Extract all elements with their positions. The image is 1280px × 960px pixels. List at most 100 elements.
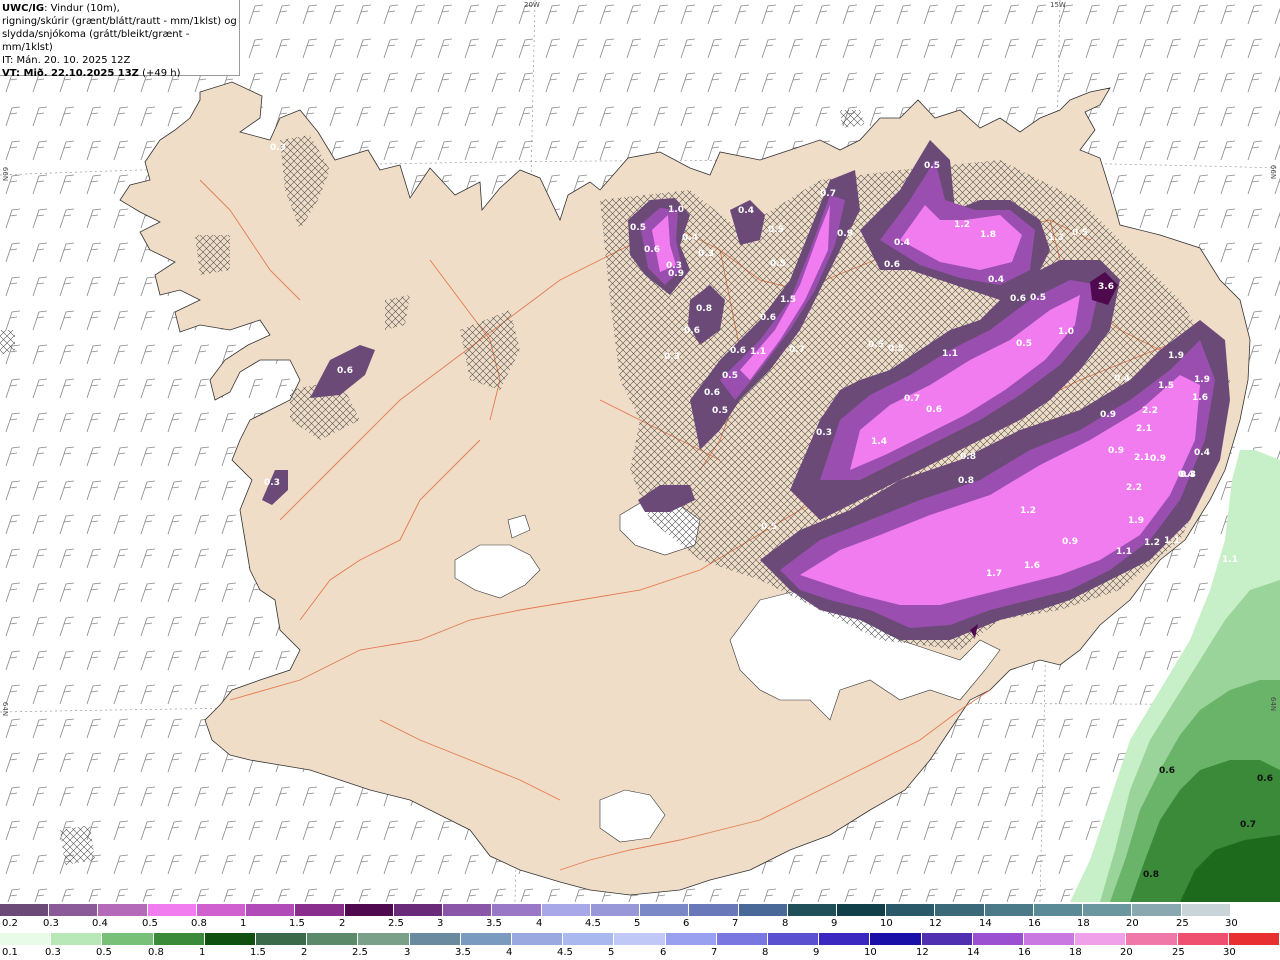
rain-value: 0.6 <box>1257 774 1273 784</box>
legend-swatch <box>344 904 394 916</box>
legend-label: 5 <box>608 947 615 958</box>
legend-swatch <box>1033 904 1084 916</box>
legend-swatch <box>870 933 922 945</box>
lon-label-20w: 20W <box>524 1 540 9</box>
snow-value: 0.5 <box>770 259 786 269</box>
legend-label: 3.5 <box>486 918 502 929</box>
snow-value: 0.5 <box>761 522 777 532</box>
legend-label: 9 <box>831 918 838 929</box>
legend-swatch <box>1177 933 1229 945</box>
legend-label: 4 <box>536 918 543 929</box>
legend-label: 1.5 <box>289 918 305 929</box>
snow-value: 0.5 <box>1030 293 1046 303</box>
snow-value: 1.1 <box>1222 555 1238 565</box>
snow-value: 1.6 <box>1192 393 1208 403</box>
legend-swatch <box>984 904 1034 916</box>
legend-label: 12 <box>916 947 929 958</box>
legend-label: 30 <box>1223 947 1236 958</box>
legend-label: 3 <box>437 918 444 929</box>
legend-swatch <box>0 933 52 945</box>
legend-label: 16 <box>1018 947 1031 958</box>
snow-value: 0.7 <box>789 345 805 355</box>
legend-swatch <box>787 904 837 916</box>
legend-label: 0.8 <box>191 918 207 929</box>
legend-swatch <box>204 933 257 945</box>
snow-value: 0.8 <box>960 452 976 462</box>
snow-value: 0.7 <box>904 394 920 404</box>
snow-value: 0.5 <box>888 344 904 354</box>
legend-label: 3.5 <box>455 947 471 958</box>
legend-label: 18 <box>1077 918 1090 929</box>
snow-value: 0.6 <box>684 326 700 336</box>
legend-swatch <box>393 904 444 916</box>
snow-value: 0.6 <box>926 405 942 415</box>
lat-label-66n-left: 66N <box>1 166 10 182</box>
snow-value: 0.6 <box>760 313 776 323</box>
legend-label: 0.3 <box>45 947 61 958</box>
legend-swatch <box>614 933 666 945</box>
snow-value: 0.3 <box>264 478 280 488</box>
snow-value: 3.6 <box>1098 282 1114 292</box>
lat-label-66n-right: 66N <box>1269 164 1278 180</box>
snow-color-legend <box>0 904 1280 916</box>
snow-value: 1.1 <box>1116 547 1132 557</box>
legend-label: 14 <box>979 918 992 929</box>
snow-value: 1.2 <box>1020 506 1036 516</box>
snow-value: 1.0 <box>668 205 684 215</box>
legend-swatch <box>972 933 1025 945</box>
snow-value: 0.8 <box>696 304 712 314</box>
legend-label: 18 <box>1069 947 1082 958</box>
snow-value: 2.1 <box>1136 424 1152 434</box>
legend-label: 0.8 <box>148 947 164 958</box>
legend-swatch <box>0 904 50 916</box>
rain-value: 0.8 <box>1143 870 1159 880</box>
legend-label: 1 <box>240 918 247 929</box>
legend-label: 3 <box>404 947 411 958</box>
legend-label: 30 <box>1225 918 1238 929</box>
snow-value: 2.1 <box>1134 453 1150 463</box>
snow-value: 0.8 <box>958 476 974 486</box>
legend-swatch <box>1024 933 1076 945</box>
legend-label: 10 <box>880 918 893 929</box>
legend-swatch <box>716 933 769 945</box>
snow-value: 0.5 <box>868 340 884 350</box>
legend-swatch <box>640 904 690 916</box>
snow-value: 0.5 <box>1072 228 1088 238</box>
legend-label: 9 <box>813 947 820 958</box>
snow-value: 0.5 <box>768 225 784 235</box>
rain-color-legend <box>0 933 1280 945</box>
snow-value: 1.0 <box>1058 327 1074 337</box>
rain-value: 0.6 <box>1159 766 1175 776</box>
snow-value: 0.9 <box>1150 454 1166 464</box>
valid-time: VT: Mið. 22.10.2025 13Z <box>2 68 139 79</box>
legend-swatch <box>1228 933 1280 945</box>
snow-value: 0.9 <box>837 229 853 239</box>
map-header: UWC/IG: Vindur (10m), rigning/skúrir (gr… <box>0 0 240 79</box>
legend-swatch <box>256 933 308 945</box>
legend-swatch <box>98 904 148 916</box>
snow-value: 0.3 <box>664 352 680 362</box>
legend-swatch <box>358 933 410 945</box>
snow-value: 0.6 <box>704 388 720 398</box>
snow-value: 0.5 <box>712 406 728 416</box>
snow-value: 0.5 <box>1016 339 1032 349</box>
snow-value: 1.9 <box>1168 351 1184 361</box>
legend-swatch <box>541 904 591 916</box>
snow-value: 0.6 <box>337 366 353 376</box>
snow-value: 0.4 <box>1194 448 1210 458</box>
snow-value: 0.3 <box>270 143 286 153</box>
legend-label: 2.5 <box>388 918 404 929</box>
snow-value: 0.7 <box>820 189 836 199</box>
legend-label: 2 <box>339 918 346 929</box>
legend-swatch <box>935 904 985 916</box>
legend-label: 20 <box>1126 918 1139 929</box>
init-time: IT: Mán. 20. 10. 2025 12Z <box>2 55 131 66</box>
weather-map: 0.30.60.31.00.50.40.60.90.40.30.80.50.30… <box>0 0 1280 902</box>
legend-swatch <box>1075 933 1127 945</box>
snow-value: 1.2 <box>954 220 970 230</box>
lat-label-64n-left: 64N <box>1 701 10 717</box>
snow-value: 0.9 <box>1062 537 1078 547</box>
legend-swatch <box>1083 904 1133 916</box>
legend-label: 25 <box>1176 918 1189 929</box>
snow-value: 2.2 <box>1126 483 1142 493</box>
